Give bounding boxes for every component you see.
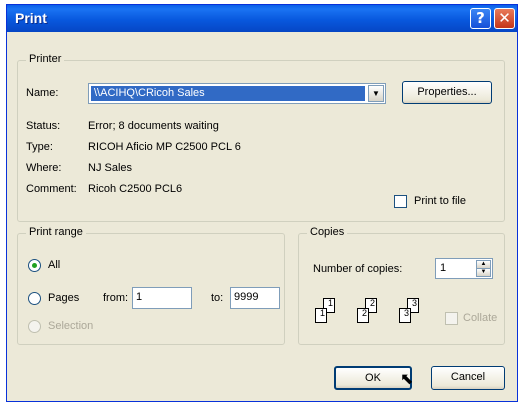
where-value: NJ Sales <box>88 162 133 174</box>
selection-label[interactable]: Selection <box>48 320 93 332</box>
print-to-file-label[interactable]: Print to file <box>414 195 466 207</box>
cursor-icon: ⬉ <box>400 369 414 388</box>
copies-legend: Copies <box>307 226 348 238</box>
pages-radio[interactable] <box>28 292 41 305</box>
status-value: Error; 8 documents waiting <box>88 120 219 132</box>
collate-label[interactable]: Collate <box>463 312 497 324</box>
title-bar[interactable]: Print ? ✕ <box>7 5 517 32</box>
print-range-group: Print range All Pages from: 1 to: 9999 S… <box>17 226 285 345</box>
close-icon[interactable]: ✕ <box>494 8 515 29</box>
copies-group: Copies Number of copies: 1 ▲ ▼ 1 1 2 2 3… <box>298 226 505 345</box>
to-input[interactable]: 9999 <box>230 287 280 309</box>
type-value: RICOH Aficio MP C2500 PCL 6 <box>88 141 241 153</box>
number-of-copies-label: Number of copies: <box>313 263 403 275</box>
cancel-button[interactable]: Cancel <box>431 366 505 390</box>
pages-label[interactable]: Pages <box>48 292 79 304</box>
status-label: Status: <box>26 120 61 132</box>
printer-name-value: \\ACIHQ\CRicoh Sales <box>91 86 365 101</box>
printer-name-select[interactable]: \\ACIHQ\CRicoh Sales ▼ <box>88 83 386 104</box>
page-icon: 2 <box>357 308 369 323</box>
copies-value: 1 <box>440 262 447 274</box>
print-dialog: Print ? ✕ Printer Name: \\ACIHQ\CRicoh S… <box>6 4 518 402</box>
all-label[interactable]: All <box>48 259 60 271</box>
where-label: Where: <box>26 162 62 174</box>
type-label: Type: <box>26 141 53 153</box>
copies-input[interactable]: 1 ▲ ▼ <box>435 258 493 279</box>
from-label: from: <box>103 292 129 304</box>
from-input[interactable]: 1 <box>132 287 192 309</box>
page-icon: 3 <box>399 308 411 323</box>
selection-radio[interactable] <box>28 320 41 333</box>
properties-button[interactable]: Properties... <box>402 81 492 104</box>
collate-checkbox[interactable] <box>445 312 458 325</box>
comment-label: Comment: <box>26 183 77 195</box>
all-radio[interactable] <box>28 259 41 272</box>
to-label: to: <box>211 292 224 304</box>
name-label: Name: <box>26 87 59 99</box>
printer-group: Printer Name: \\ACIHQ\CRicoh Sales ▼ Pro… <box>17 53 505 222</box>
print-range-legend: Print range <box>26 226 86 238</box>
comment-value: Ricoh C2500 PCL6 <box>88 183 183 195</box>
print-to-file-checkbox[interactable] <box>394 195 407 208</box>
window-title: Print <box>15 10 47 26</box>
spinner-down-icon[interactable]: ▼ <box>476 268 491 277</box>
chevron-down-icon[interactable]: ▼ <box>368 85 384 102</box>
printer-legend: Printer <box>26 53 65 65</box>
collate-preview-icon: 1 1 2 2 3 3 <box>315 296 435 336</box>
page-icon: 1 <box>315 308 327 323</box>
help-icon[interactable]: ? <box>470 8 491 29</box>
